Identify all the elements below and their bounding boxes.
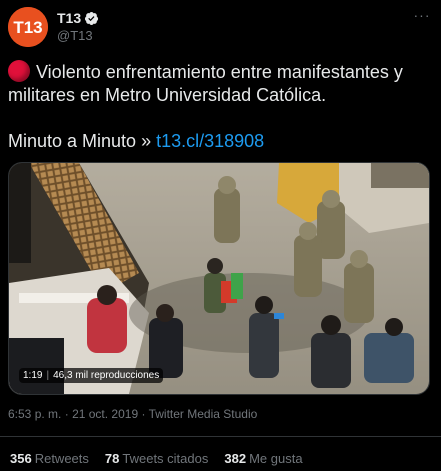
tweet-timestamp: 6:53 p. m. · 21 oct. 2019 · Twitter Medi… xyxy=(8,407,258,421)
tweet-line-1: Violento enfrentamiento entre manifestan… xyxy=(8,60,403,105)
t13-logo-icon: T13 xyxy=(8,7,48,47)
avatar[interactable]: T13 xyxy=(8,7,48,47)
tweet-header: T13 T13 @T13 ··· xyxy=(8,7,433,47)
verified-badge-icon xyxy=(85,11,99,25)
video-views: 46,3 mil reproducciones xyxy=(53,370,160,381)
more-options-icon[interactable]: ··· xyxy=(413,8,431,27)
likes-stat[interactable]: 382 Me gusta xyxy=(224,451,302,466)
retweets-stat[interactable]: 356 Retweets xyxy=(10,451,89,466)
quote-tweets-stat[interactable]: 78 Tweets citados xyxy=(105,451,208,466)
tweet-date[interactable]: 21 oct. 2019 xyxy=(72,407,138,421)
video-player[interactable]: 1:19 | 46,3 mil reproducciones xyxy=(8,162,430,395)
video-duration: 1:19 xyxy=(23,370,43,381)
tweet-source[interactable]: Twitter Media Studio xyxy=(149,407,258,421)
author-names: T13 @T13 xyxy=(57,9,99,43)
tweet-stats: 356 Retweets 78 Tweets citados 382 Me gusta xyxy=(10,451,303,466)
tweet-time[interactable]: 6:53 p. m. xyxy=(8,407,61,421)
svg-text:T13: T13 xyxy=(13,18,42,37)
tweet-link[interactable]: t13.cl/318908 xyxy=(156,131,264,151)
display-name[interactable]: T13 xyxy=(57,10,81,26)
tweet-text: Violento enfrentamiento entre manifestan… xyxy=(8,60,428,153)
video-thumbnail xyxy=(9,163,429,394)
divider xyxy=(0,436,441,437)
video-duration-overlay: 1:19 | 46,3 mil reproducciones xyxy=(19,368,164,383)
red-circle-emoji-icon xyxy=(8,60,30,82)
handle[interactable]: @T13 xyxy=(57,28,99,43)
tweet-line-2: Minuto a Minuto » t13.cl/318908 xyxy=(8,131,265,151)
tweet: T13 T13 @T13 ··· Violento enfrentamiento… xyxy=(0,0,441,471)
